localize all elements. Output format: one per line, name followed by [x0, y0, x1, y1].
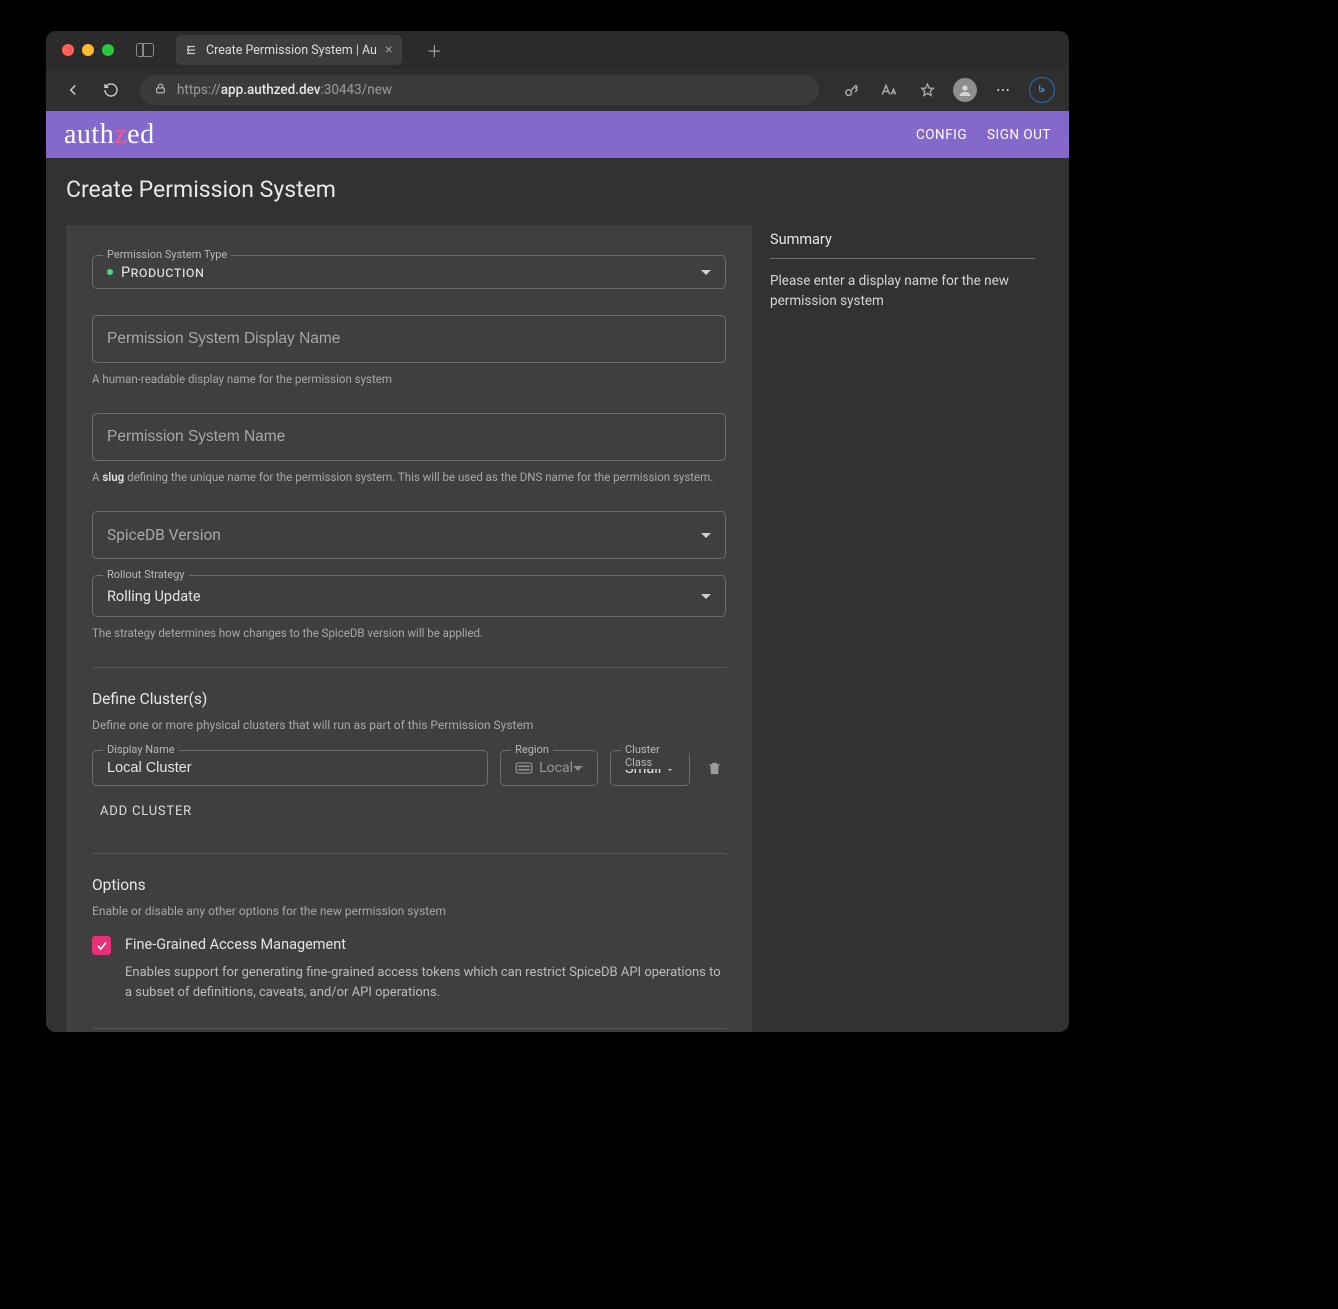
reload-button[interactable]: [98, 77, 124, 103]
select-value: Production: [121, 264, 204, 281]
delete-cluster-button[interactable]: [702, 756, 726, 780]
options-heading: Options: [92, 876, 726, 894]
addressbar-right-icons: [839, 77, 1055, 103]
section-divider: [92, 667, 726, 668]
summary-text: Please enter a display name for the new …: [770, 271, 1035, 312]
system-name-field: A slug defining the unique name for the …: [92, 413, 726, 485]
spicedb-version-field: SpiceDB Version: [92, 511, 726, 559]
section-divider: [92, 853, 726, 854]
tab-title: Create Permission System | Au: [206, 43, 377, 58]
select-placeholder: SpiceDB Version: [107, 526, 221, 544]
minimize-window-button[interactable]: [82, 44, 94, 56]
fgam-description: Enables support for generating fine-grai…: [125, 963, 725, 1003]
chevron-down-icon: [701, 270, 711, 275]
tab-favicon-icon: [184, 43, 198, 57]
field-label: Rollout Strategy: [103, 568, 189, 581]
options-subheading: Enable or disable any other options for …: [92, 904, 726, 918]
browser-window: Create Permission System | Au × ＋ https:…: [46, 31, 1069, 1032]
field-help: A human-readable display name for the pe…: [92, 371, 726, 387]
text-size-icon[interactable]: [877, 78, 901, 102]
app-header: authzed CONFIG SIGN OUT: [46, 111, 1069, 158]
field-help: The strategy determines how changes to t…: [92, 625, 726, 641]
field-label: Permission System Type: [103, 248, 231, 261]
fgam-option: Fine-Grained Access Management: [92, 936, 726, 955]
cluster-class-select[interactable]: Cluster Class Small: [610, 750, 690, 786]
cluster-region-select[interactable]: Region Local: [500, 750, 598, 786]
field-label: Cluster Class: [621, 743, 689, 769]
key-icon[interactable]: [839, 78, 863, 102]
add-cluster-button[interactable]: ADD CLUSTER: [92, 798, 200, 825]
permission-system-type-field: Permission System Type Production: [92, 255, 726, 289]
new-tab-button[interactable]: ＋: [422, 38, 446, 62]
bing-chat-icon[interactable]: [1029, 77, 1055, 103]
rollout-strategy-select[interactable]: Rollout Strategy Rolling Update: [92, 575, 726, 617]
cluster-display-name-field[interactable]: Display Name: [92, 750, 488, 786]
summary-panel: Summary Please enter a display name for …: [770, 225, 1035, 312]
fgam-checkbox[interactable]: [92, 936, 111, 955]
app-nav: CONFIG SIGN OUT: [916, 127, 1051, 143]
more-menu-icon[interactable]: [991, 78, 1015, 102]
field-label: Display Name: [103, 743, 179, 756]
back-button[interactable]: [60, 77, 86, 103]
nav-sign-out[interactable]: SIGN OUT: [987, 127, 1051, 143]
url-box[interactable]: https://app.authzed.dev:30443/new: [140, 75, 819, 105]
window-controls: [62, 44, 114, 56]
maximize-window-button[interactable]: [102, 44, 114, 56]
display-name-input-wrap[interactable]: [92, 315, 726, 363]
tab-close-icon[interactable]: ×: [385, 42, 392, 58]
browser-tab[interactable]: Create Permission System | Au ×: [176, 35, 402, 65]
status-dot-icon: [107, 269, 113, 275]
rollout-strategy-field: Rollout Strategy Rolling Update The stra…: [92, 575, 726, 641]
chevron-down-icon: [701, 594, 711, 599]
system-name-input-wrap[interactable]: [92, 413, 726, 461]
favorites-icon[interactable]: [915, 78, 939, 102]
address-bar: https://app.authzed.dev:30443/new: [46, 69, 1069, 111]
field-label: Region: [511, 743, 553, 756]
clusters-heading: Define Cluster(s): [92, 690, 726, 708]
close-window-button[interactable]: [62, 44, 74, 56]
sidebar-toggle-icon[interactable]: [136, 43, 154, 57]
chevron-down-icon: [573, 766, 583, 771]
region-icon: [515, 759, 533, 778]
lock-icon: [154, 82, 167, 99]
spicedb-version-select[interactable]: SpiceDB Version: [92, 511, 726, 559]
summary-heading: Summary: [770, 231, 1035, 259]
page-content: Create Permission System Permission Syst…: [46, 158, 1069, 1032]
select-value: Local: [539, 760, 573, 776]
select-value: Rolling Update: [107, 588, 701, 605]
clusters-subheading: Define one or more physical clusters tha…: [92, 718, 726, 732]
cluster-display-name-input[interactable]: [107, 760, 473, 776]
display-name-input[interactable]: [107, 330, 711, 348]
fgam-label: Fine-Grained Access Management: [125, 936, 346, 953]
page-title: Create Permission System: [66, 176, 1049, 203]
profile-avatar[interactable]: [953, 78, 977, 102]
section-divider: [92, 1028, 726, 1029]
display-name-field: A human-readable display name for the pe…: [92, 315, 726, 387]
brand-logo[interactable]: authzed: [64, 119, 155, 151]
system-name-input[interactable]: [107, 428, 711, 446]
permission-system-type-select[interactable]: Permission System Type Production: [92, 255, 726, 289]
titlebar: Create Permission System | Au × ＋: [46, 31, 1069, 69]
chevron-down-icon: [701, 533, 711, 538]
nav-config[interactable]: CONFIG: [916, 127, 967, 143]
form-panel: Permission System Type Production A huma…: [66, 225, 752, 1032]
cluster-row: Display Name Region Local Cluster Class …: [92, 750, 726, 786]
url-text: https://app.authzed.dev:30443/new: [177, 82, 392, 98]
field-help: A slug defining the unique name for the …: [92, 469, 726, 485]
